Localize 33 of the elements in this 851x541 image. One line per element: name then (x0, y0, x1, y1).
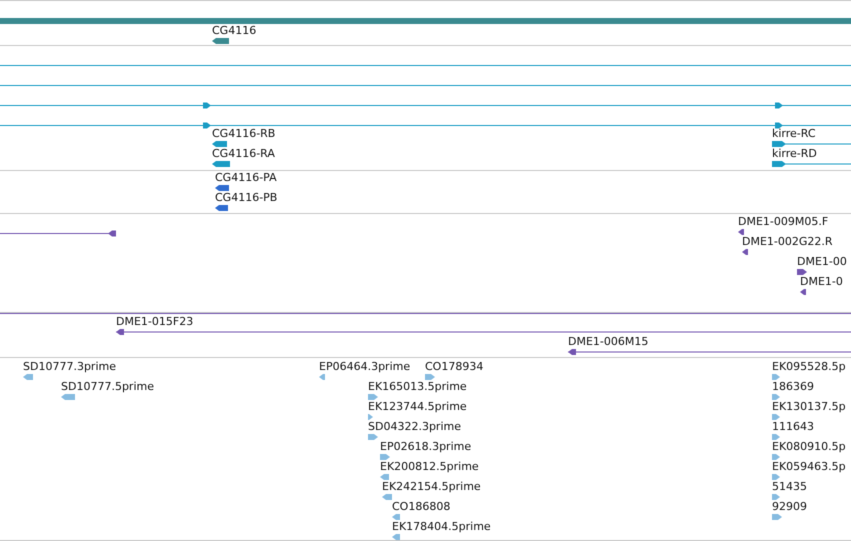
feature-label: SD10777.5prime (61, 380, 154, 394)
feature-label: CG4116-PB (215, 191, 278, 205)
feature-label: EK165013.5prime (368, 380, 467, 394)
feature-label: DME1-009M05.F (738, 215, 828, 229)
feature-label: CO178934 (425, 360, 484, 374)
feature-label: DME1-0 (800, 275, 843, 289)
feature-label: CG4116-RB (212, 127, 276, 141)
feature-label: 92909 (772, 500, 807, 514)
feature-label: EP06464.3prime (319, 360, 410, 374)
feature-label: CG4116 (212, 24, 256, 38)
feature-label: EK200812.5prime (380, 460, 479, 474)
feature-label: CO186808 (392, 500, 450, 514)
feature-label: EK080910.5p (772, 440, 846, 454)
feature-label: kirre-RD (772, 147, 817, 161)
feature-label: EK242154.5prime (382, 480, 481, 494)
feature-label: kirre-RC (772, 127, 816, 141)
feature-label: SD10777.3prime (23, 360, 116, 374)
feature-label: SD04322.3prime (368, 420, 461, 434)
feature-label: CG4116-RA (212, 147, 275, 161)
feature-label: DME1-015F23 (116, 315, 194, 329)
feature-label: DME1-006M15 (568, 335, 648, 349)
feature-label: DME1-00 (797, 255, 847, 269)
feature-label: EK059463.5p (772, 460, 846, 474)
feature-label: EK130137.5p (772, 400, 846, 414)
feature-label: EK123744.5prime (368, 400, 467, 414)
feature-label: EK178404.5prime (392, 520, 491, 534)
feature-label: 111643 (772, 420, 814, 434)
feature-label: DME1-002G22.R (742, 235, 833, 249)
feature-label: 186369 (772, 380, 814, 394)
feature-label: EP02618.3prime (380, 440, 472, 454)
feature-label: EK095528.5p (772, 360, 846, 374)
feature-label: 51435 (772, 480, 807, 494)
feature-label: CG4116-PA (215, 171, 277, 185)
